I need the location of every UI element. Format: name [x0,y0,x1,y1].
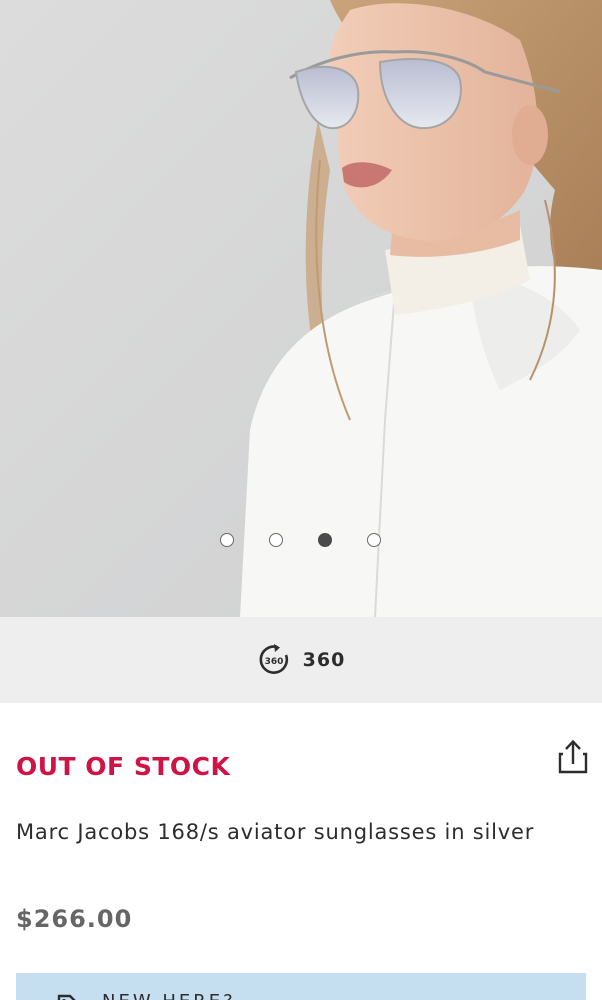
stock-status: OUT OF STOCK [16,752,231,781]
product-price: $266.00 [16,905,133,933]
rotate-360-icon: 360 [259,644,288,674]
view-360-button[interactable]: 360 360 [0,617,602,703]
product-photo [0,0,602,617]
new-here-banner[interactable]: NEW HERE? [16,973,586,1000]
carousel-dot-3[interactable] [318,533,332,547]
product-page: 360 360 OUT OF STOCK Marc Jacobs 168/s a… [0,0,602,1000]
view-360-label: 360 [302,649,346,671]
carousel-dot-2[interactable] [269,533,283,547]
rotate-360-icon-text: 360 [264,657,283,667]
carousel-dot-4[interactable] [367,533,381,547]
product-title: Marc Jacobs 168/s aviator sunglasses in … [16,820,535,844]
tag-icon [57,994,76,1000]
carousel-dots [0,533,602,553]
banner-text: NEW HERE? [102,991,236,1000]
share-icon[interactable] [556,738,590,776]
product-image-carousel[interactable] [0,0,602,617]
carousel-dot-1[interactable] [220,533,234,547]
